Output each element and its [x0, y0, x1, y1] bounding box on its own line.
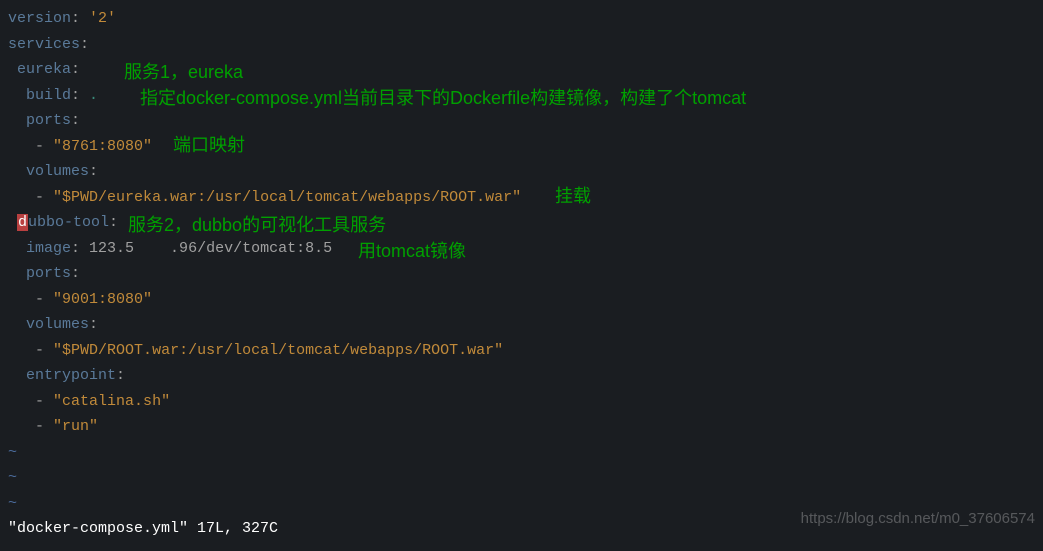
cursor-icon: d: [17, 214, 28, 231]
yaml-line-version: version: '2': [8, 6, 1043, 32]
yaml-value: .: [89, 87, 98, 104]
colon: :: [71, 265, 80, 282]
colon: :: [71, 61, 80, 78]
yaml-value: 123.5 .96/dev/tomcat:8.5: [89, 240, 332, 257]
dash: -: [35, 393, 44, 410]
dash: -: [35, 189, 44, 206]
yaml-line-entrypoint: entrypoint:: [8, 363, 1043, 389]
watermark: https://blog.csdn.net/m0_37606574: [801, 506, 1035, 532]
yaml-line-dubbo: dubbo-tool: 服务2，dubbo的可视化工具服务: [8, 210, 1043, 236]
dash: -: [35, 291, 44, 308]
dash: -: [35, 138, 44, 155]
yaml-line-entry2: - "run": [8, 414, 1043, 440]
yaml-key: image: [26, 240, 71, 257]
yaml-line-volumes1: volumes:: [8, 159, 1043, 185]
yaml-line-ports2: ports:: [8, 261, 1043, 287]
yaml-key: volumes: [26, 316, 89, 333]
colon: :: [116, 367, 125, 384]
yaml-key: ports: [26, 265, 71, 282]
colon: :: [80, 36, 89, 53]
yaml-value: '2': [89, 10, 116, 27]
yaml-key: entrypoint: [26, 367, 116, 384]
yaml-line-image: image: 123.5 .96/dev/tomcat:8.5 用tomcat镜…: [8, 236, 1043, 262]
yaml-value: "catalina.sh": [53, 393, 170, 410]
yaml-key: ports: [26, 112, 71, 129]
dash: -: [35, 418, 44, 435]
yaml-line-entry1: - "catalina.sh": [8, 389, 1043, 415]
vim-tilde: ~: [8, 440, 1043, 466]
colon: :: [71, 112, 80, 129]
colon: :: [71, 10, 89, 27]
dash: -: [35, 342, 44, 359]
yaml-key: build: [26, 87, 71, 104]
colon: :: [109, 214, 118, 231]
yaml-key: eureka: [17, 61, 71, 78]
annotation-ports: 端口映射: [173, 130, 245, 161]
yaml-key: volumes: [26, 163, 89, 180]
yaml-line-port-mapping1: - "8761:8080" 端口映射: [8, 134, 1043, 160]
yaml-value: "$PWD/eureka.war:/usr/local/tomcat/webap…: [53, 189, 521, 206]
yaml-key: version: [8, 10, 71, 27]
annotation-mount: 挂载: [555, 181, 591, 212]
colon: :: [71, 87, 89, 104]
yaml-key: services: [8, 36, 80, 53]
yaml-line-services: services:: [8, 32, 1043, 58]
yaml-value: "run": [53, 418, 98, 435]
colon: :: [89, 316, 98, 333]
vim-tilde: ~: [8, 465, 1043, 491]
yaml-line-port-mapping2: - "9001:8080": [8, 287, 1043, 313]
yaml-value: "8761:8080": [53, 138, 152, 155]
yaml-line-build: build: . 指定docker-compose.yml当前目录下的Docke…: [8, 83, 1043, 109]
yaml-line-eureka: eureka: 服务1，eureka: [8, 57, 1043, 83]
yaml-line-ports1: ports:: [8, 108, 1043, 134]
yaml-value: "$PWD/ROOT.war:/usr/local/tomcat/webapps…: [53, 342, 503, 359]
yaml-key: ubbo-tool: [28, 214, 109, 231]
yaml-line-volume-mapping1: - "$PWD/eureka.war:/usr/local/tomcat/web…: [8, 185, 1043, 211]
colon: :: [89, 163, 98, 180]
yaml-line-volume-mapping2: - "$PWD/ROOT.war:/usr/local/tomcat/webap…: [8, 338, 1043, 364]
yaml-value: "9001:8080": [53, 291, 152, 308]
yaml-line-volumes2: volumes:: [8, 312, 1043, 338]
colon: :: [71, 240, 89, 257]
